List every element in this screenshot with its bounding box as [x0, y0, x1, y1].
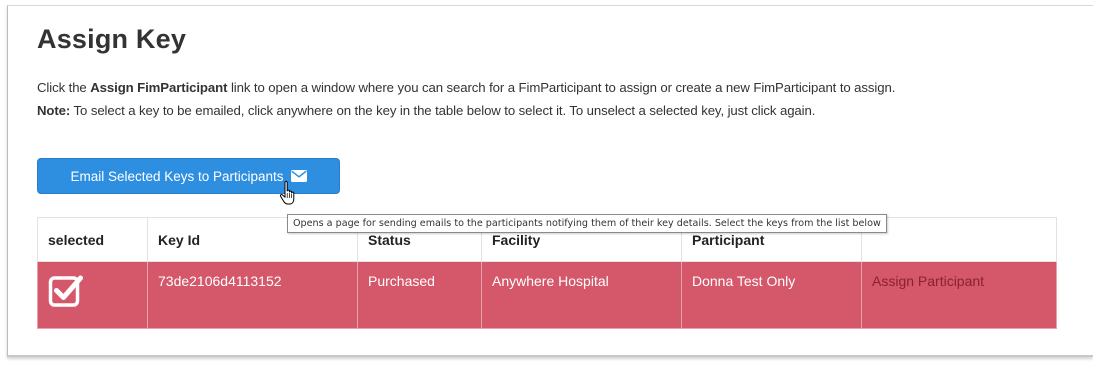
cell-facility: Anywhere Hospital	[481, 261, 682, 329]
note-text: Note: To select a key to be emailed, cli…	[37, 103, 815, 118]
intro-suffix: link to open a window where you can sear…	[227, 80, 896, 95]
header-selected: selected	[37, 217, 148, 262]
assign-participant-link[interactable]: Assign Participant	[861, 261, 1057, 329]
page-title: Assign Key	[37, 24, 187, 54]
header-actions	[861, 217, 1057, 262]
email-button-label: Email Selected Keys to Participants	[70, 168, 284, 184]
intro-text: Click the Assign FimParticipant link to …	[37, 80, 895, 95]
table-row[interactable]: 73de2106d4113152 Purchased Anywhere Hosp…	[37, 261, 1057, 329]
intro-prefix: Click the	[37, 80, 91, 95]
hand-cursor-icon	[279, 181, 295, 205]
assign-link-reference: Assign FimParticipant	[90, 80, 228, 95]
cell-key-id: 73de2106d4113152	[147, 261, 358, 329]
cell-status: Purchased	[357, 261, 482, 329]
cell-selected[interactable]	[37, 261, 148, 329]
email-button-tooltip: Opens a page for sending emails to the p…	[287, 214, 887, 233]
keys-table: selected Key Id Status Facility Particip…	[37, 217, 1057, 329]
note-body: To select a key to be emailed, click any…	[70, 103, 816, 118]
checked-checkbox-icon[interactable]	[48, 272, 84, 308]
cell-participant: Donna Test Only	[681, 261, 862, 329]
note-label: Note:	[37, 103, 71, 118]
